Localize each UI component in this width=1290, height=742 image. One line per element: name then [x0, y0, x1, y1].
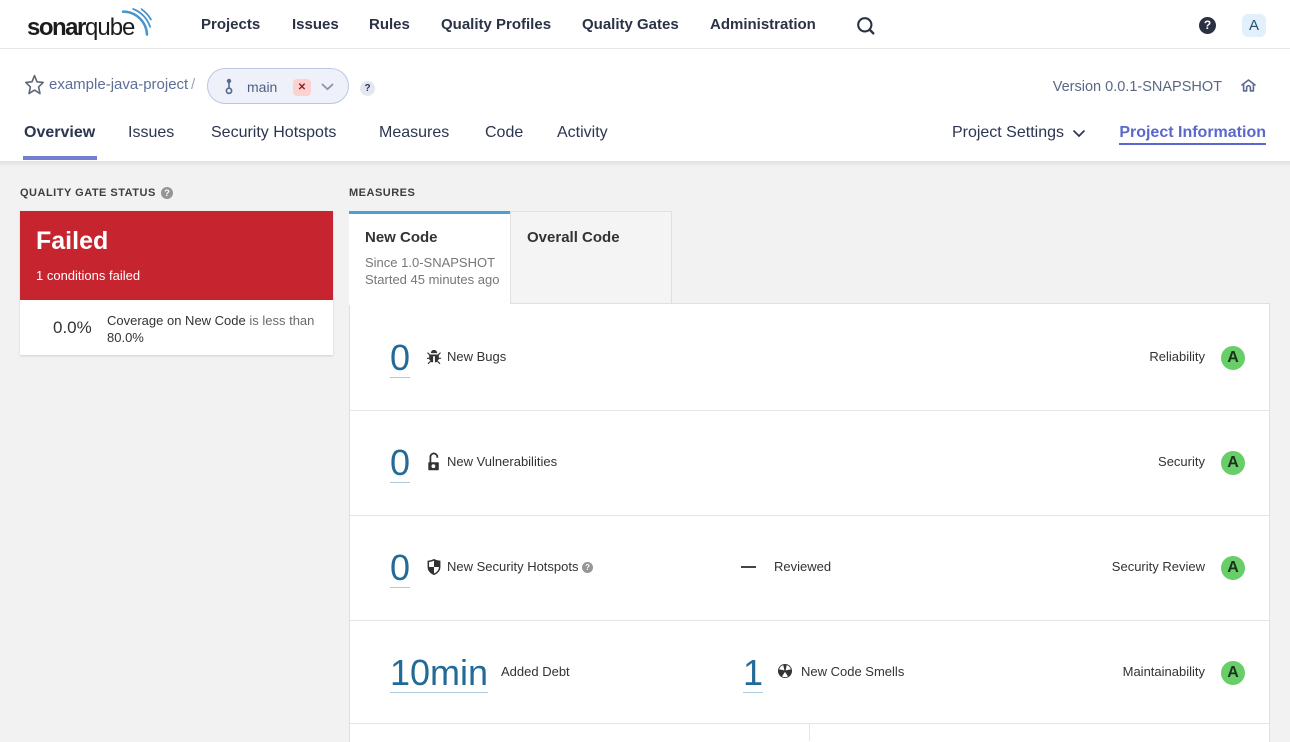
svg-text:qube: qube — [85, 14, 135, 41]
svg-text:sonar: sonar — [27, 14, 86, 41]
